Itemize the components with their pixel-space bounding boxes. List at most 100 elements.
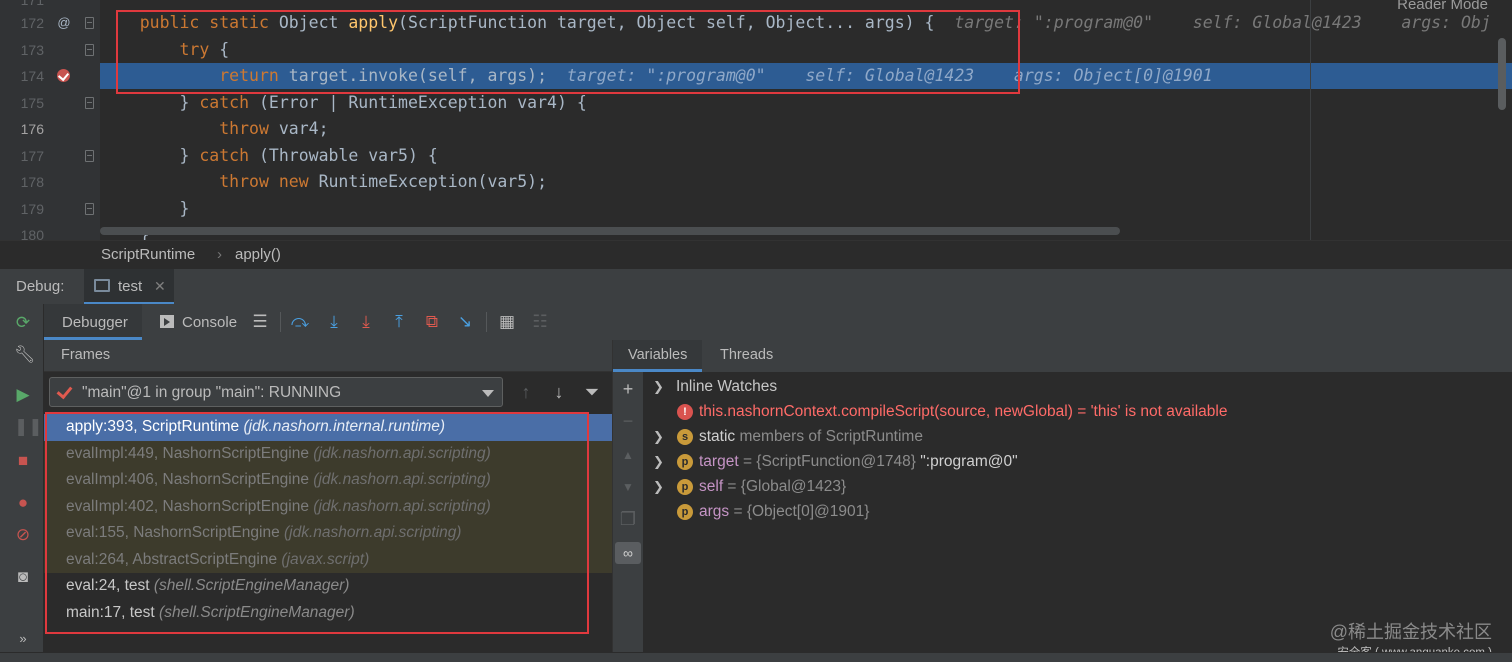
toolbar-divider: [280, 312, 281, 332]
move-up-icon[interactable]: ▲: [618, 444, 638, 466]
tab-console[interactable]: Console: [156, 304, 246, 340]
variable-self[interactable]: ❯ p self = {Global@1423}: [643, 474, 1512, 499]
step-into-icon[interactable]: ⤓: [324, 312, 344, 332]
parameter-badge-icon: p: [677, 504, 693, 520]
debug-side-toolbar: ⟳ 🔧︎ ▶ ❚❚ ■ ● ⊘ ◙ »: [0, 304, 44, 662]
tab-console-label: Console: [182, 314, 238, 331]
debug-session-tab[interactable]: test ✕: [84, 269, 174, 305]
editor-gutter: 171 172 @ 173 174 175 176 177 178 179 18…: [0, 0, 100, 240]
watch-error-row[interactable]: ! this.nashornContext.compileScript(sour…: [643, 399, 1512, 424]
breadcrumb-separator: ›: [217, 246, 222, 263]
pause-icon[interactable]: ❚❚: [14, 418, 43, 436]
code-text: (Error | RuntimeException var4) {: [249, 93, 587, 112]
wrench-icon[interactable]: 🔧︎: [14, 346, 36, 364]
variable-args[interactable]: p args = {Object[0]@1901}: [643, 499, 1512, 524]
inline-watches-node[interactable]: ❯ Inline Watches: [643, 374, 1512, 399]
breakpoint-icon[interactable]: [57, 69, 70, 82]
thread-selector[interactable]: "main"@1 in group "main": RUNNING: [49, 377, 503, 407]
step-out-icon[interactable]: ⤒: [389, 312, 409, 332]
watch-error-message: 'this' is not available: [1090, 403, 1228, 420]
line-number: 178: [20, 174, 44, 190]
debug-session-label: test: [118, 278, 143, 295]
debugger-toolbar: Debugger Console ☰ ⤼ ⤓ ⤓ ⤒ ⧉ ↘ ▦ ☷: [44, 304, 1512, 340]
close-icon[interactable]: ✕: [154, 278, 166, 295]
fold-icon[interactable]: [85, 17, 94, 29]
line-number: 175: [20, 95, 44, 111]
fold-icon[interactable]: [85, 203, 94, 215]
status-bar: [0, 652, 1512, 662]
line-number: 174: [20, 68, 44, 84]
code-line[interactable]: throw new RuntimeException(var5);: [100, 169, 1512, 195]
code-text: }: [179, 93, 200, 112]
filter-icon[interactable]: ⏷: [581, 380, 603, 404]
glasses-icon[interactable]: ∞: [615, 542, 641, 564]
variable-value: = {Global@1423}: [723, 478, 847, 495]
chevron-right-icon[interactable]: ❯: [653, 474, 664, 499]
code-line[interactable]: throw var4;: [100, 116, 1512, 142]
chevron-right-icon[interactable]: ❯: [653, 449, 664, 474]
rerun-icon[interactable]: ⟳: [14, 314, 32, 332]
tab-variables[interactable]: Variables: [613, 340, 703, 372]
frames-title: Frames: [61, 347, 111, 363]
variable-string-value: ":program@0": [920, 453, 1018, 470]
copy-icon[interactable]: ❐: [618, 508, 638, 530]
fold-icon[interactable]: [85, 97, 94, 109]
trace-stream-icon[interactable]: ☷: [530, 312, 550, 332]
fold-icon[interactable]: [85, 150, 94, 162]
debug-tool-window-header: Debug: test ✕: [0, 268, 1512, 305]
resume-icon[interactable]: ▶: [14, 386, 32, 404]
arrow-up-icon[interactable]: ↑: [515, 380, 537, 404]
run-to-cursor-icon[interactable]: ↘: [455, 312, 475, 332]
add-watch-icon[interactable]: +: [618, 378, 638, 400]
editor-horizontal-scrollbar[interactable]: [100, 227, 1120, 235]
variables-tabs: Variables Threads: [613, 340, 1512, 372]
static-members-node[interactable]: ❯ s static members of ScriptRuntime: [643, 424, 1512, 449]
move-down-icon[interactable]: ▼: [618, 476, 638, 498]
console-icon: [160, 315, 174, 328]
toolbar-divider: [486, 312, 487, 332]
mute-breakpoints-icon[interactable]: ⊘: [14, 526, 32, 544]
code-line[interactable]: }: [100, 196, 1512, 222]
editor-vertical-scrollbar[interactable]: [1498, 38, 1506, 110]
force-step-into-icon[interactable]: ⤓: [356, 312, 376, 332]
show-execution-point-icon[interactable]: ⤼: [290, 312, 310, 332]
breadcrumb-method[interactable]: apply(): [235, 242, 281, 268]
override-marker-icon[interactable]: @: [56, 15, 72, 31]
remove-watch-icon[interactable]: −: [618, 410, 638, 432]
keyword: throw: [219, 119, 279, 138]
drop-frame-icon[interactable]: ⧉: [422, 312, 442, 332]
code-line[interactable]: } catch (Throwable var5) {: [100, 143, 1512, 169]
view-breakpoints-icon[interactable]: ●: [14, 494, 32, 512]
frames-panel: Frames "main"@1 in group "main": RUNNING…: [44, 340, 612, 662]
breadcrumb: ScriptRuntime › apply(): [0, 240, 1512, 268]
reader-mode-button[interactable]: Reader Mode: [1397, 0, 1488, 13]
camera-icon[interactable]: ◙: [14, 568, 32, 586]
tab-debugger[interactable]: Debugger: [44, 304, 142, 340]
line-number-current: 176: [20, 121, 44, 137]
keyword: throw new: [219, 172, 319, 191]
static-members-label: members of ScriptRuntime: [735, 428, 923, 445]
code-editor[interactable]: 171 172 @ 173 174 175 176 177 178 179 18…: [0, 0, 1512, 240]
variable-name: self: [699, 478, 724, 495]
code-text: RuntimeException(var5);: [318, 172, 548, 191]
watch-expression: this.nashornContext.compileScript(source…: [699, 403, 1073, 420]
line-number: 177: [20, 148, 44, 164]
variable-target[interactable]: ❯ p target = {ScriptFunction@1748} ":pro…: [643, 449, 1512, 474]
error-icon: !: [677, 404, 693, 420]
parameter-badge-icon: p: [677, 479, 693, 495]
chevron-right-icon[interactable]: ❯: [653, 374, 664, 399]
arrow-down-icon[interactable]: ↓: [548, 380, 570, 404]
tab-threads[interactable]: Threads: [705, 340, 788, 372]
layout-menu-icon[interactable]: ☰: [250, 312, 270, 332]
static-badge-icon: s: [677, 429, 693, 445]
chevron-right-icon[interactable]: ❯: [653, 424, 664, 449]
fold-icon[interactable]: [85, 44, 94, 56]
variable-value: = {ScriptFunction@1748}: [738, 453, 921, 470]
watermark-line: @稀土掘金技术社区: [1329, 622, 1492, 642]
evaluate-expression-icon[interactable]: ▦: [497, 312, 517, 332]
breadcrumb-class[interactable]: ScriptRuntime: [101, 242, 195, 268]
keyword: catch: [199, 146, 250, 165]
more-icon[interactable]: »: [14, 630, 32, 648]
stop-icon[interactable]: ■: [14, 452, 32, 470]
annotation-highlight-box: [45, 412, 589, 634]
